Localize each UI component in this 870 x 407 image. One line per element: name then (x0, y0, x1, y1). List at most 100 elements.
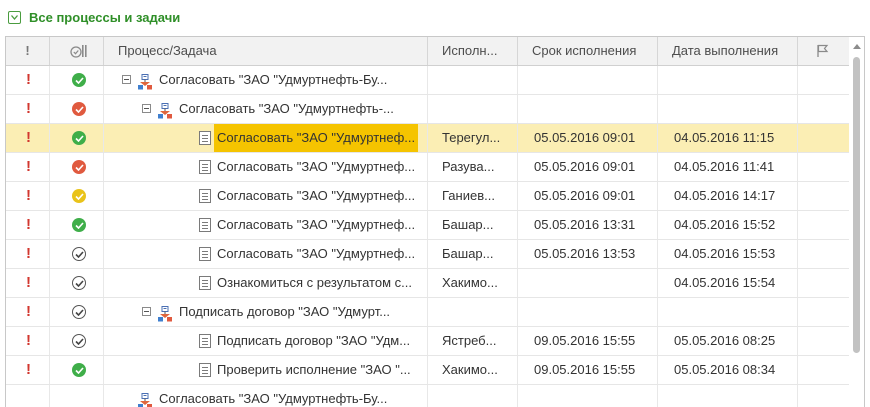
task-row[interactable]: ! Ознакомиться с результатом с... Хакимо..… (6, 269, 849, 298)
column-importance[interactable]: ! (6, 37, 50, 65)
performer-cell: Башар... (428, 211, 518, 239)
scrollbar-thumb[interactable] (853, 57, 860, 353)
column-due-date[interactable]: Срок исполнения (518, 37, 658, 65)
scroll-up-arrow-icon[interactable] (853, 44, 861, 49)
high-importance-icon: ! (26, 245, 31, 262)
column-performer[interactable]: Исполн... (428, 37, 518, 65)
task-row[interactable]: ! Подписать договор "ЗАО "Удм... Ястреб...… (6, 327, 849, 356)
flag-icon (817, 44, 829, 57)
completion-date-cell (658, 66, 798, 94)
process-task-cell[interactable]: Подписать договор "ЗАО "Удмурт... (104, 298, 428, 326)
importance-cell: ! (6, 211, 50, 239)
importance-cell: ! (6, 298, 50, 326)
task-row[interactable]: ! Согласовать "ЗАО "Удмуртнеф... Ганиев...… (6, 182, 849, 211)
flag-cell (798, 356, 849, 384)
gray-check-status-icon (72, 334, 86, 348)
green-check-status-icon (72, 131, 86, 145)
process-task-cell[interactable]: Согласовать "ЗАО "Удмуртнеф... (104, 153, 428, 181)
green-check-status-icon (72, 363, 86, 377)
gray-check-status-icon (72, 276, 86, 290)
process-task-grid[interactable]: ! Процесс/Задача Исполн... Срок исполнен… (5, 36, 865, 407)
due-date-cell: 05.05.2016 09:01 (518, 182, 658, 210)
status-cell (50, 211, 104, 239)
grid-header: ! Процесс/Задача Исполн... Срок исполнен… (6, 37, 849, 66)
task-row[interactable]: ! Проверить исполнение "ЗАО "... Хакимо...… (6, 356, 849, 385)
gray-check-status-icon (72, 305, 86, 319)
status-cell (50, 240, 104, 268)
high-importance-icon: ! (26, 361, 31, 378)
process-task-cell[interactable]: Согласовать "ЗАО "Удмуртнефть-Бу... (104, 385, 428, 407)
process-task-cell[interactable]: Проверить исполнение "ЗАО "... (104, 356, 428, 384)
tree-collapse-icon[interactable] (122, 75, 131, 84)
due-date-cell (518, 66, 658, 94)
completion-date-cell: 04.05.2016 14:17 (658, 182, 798, 210)
task-document-icon (199, 334, 211, 348)
process-row[interactable]: Согласовать "ЗАО "Удмуртнефть-Бу... (6, 385, 849, 407)
column-flag[interactable] (798, 37, 849, 65)
task-title: Согласовать "ЗАО "Удмуртнеф... (217, 246, 416, 261)
process-task-cell[interactable]: Согласовать "ЗАО "Удмуртнеф... (104, 240, 428, 268)
performer-cell (428, 66, 518, 94)
importance-cell: ! (6, 269, 50, 297)
process-task-cell[interactable]: Согласовать "ЗАО "Удмуртнеф... (104, 182, 428, 210)
high-importance-icon: ! (26, 216, 31, 233)
high-importance-icon: ! (26, 187, 31, 204)
column-completion-date[interactable]: Дата выполнения (658, 37, 798, 65)
process-title: Подписать договор "ЗАО "Удмурт... (179, 304, 391, 319)
due-date-cell (518, 269, 658, 297)
high-importance-icon: ! (26, 158, 31, 175)
task-title: Ознакомиться с результатом с... (217, 275, 412, 290)
column-status[interactable] (50, 37, 104, 65)
green-check-status-icon (72, 218, 86, 232)
group-header[interactable]: Все процессы и задачи (8, 8, 180, 26)
due-date-cell: 05.05.2016 09:01 (518, 124, 658, 152)
completion-date-cell (658, 298, 798, 326)
process-row[interactable]: ! Согласовать "ЗАО "Удмуртнефть-Бу... (6, 66, 849, 95)
due-date-cell (518, 95, 658, 123)
performer-cell: Ганиев... (428, 182, 518, 210)
business-process-icon (157, 304, 173, 322)
process-task-cell[interactable]: Ознакомиться с результатом с... (104, 269, 428, 297)
task-document-icon (199, 363, 211, 377)
red-check-status-icon (72, 102, 86, 116)
high-importance-icon: ! (26, 332, 31, 349)
tree-collapse-icon[interactable] (142, 104, 151, 113)
task-row[interactable]: ! Согласовать "ЗАО "Удмуртнеф... Башар... 0… (6, 240, 849, 269)
process-row[interactable]: ! Подписать договор "ЗАО "Удмурт... (6, 298, 849, 327)
due-date-cell (518, 298, 658, 326)
process-title: Согласовать "ЗАО "Удмуртнефть-Бу... (159, 72, 388, 87)
performer-cell: Хакимо... (428, 356, 518, 384)
task-document-icon (199, 189, 211, 203)
flag-cell (798, 385, 849, 407)
task-title: Согласовать "ЗАО "Удмуртнеф... (217, 188, 416, 203)
green-check-status-icon (72, 73, 86, 87)
completion-date-cell: 04.05.2016 15:54 (658, 269, 798, 297)
tree-collapse-icon[interactable] (142, 307, 151, 316)
process-row[interactable]: ! Согласовать "ЗАО "Удмуртнефть-... (6, 95, 849, 124)
flag-cell (798, 124, 849, 152)
importance-cell: ! (6, 124, 50, 152)
task-row[interactable]: ! Согласовать "ЗАО "Удмуртнеф... Разува...… (6, 153, 849, 182)
process-task-cell[interactable]: Согласовать "ЗАО "Удмуртнефть-... (104, 95, 428, 123)
performer-cell: Разува... (428, 153, 518, 181)
task-row[interactable]: ! Согласовать "ЗАО "Удмуртнеф... Терегул..… (6, 124, 849, 153)
process-task-cell[interactable]: Согласовать "ЗАО "Удмуртнефть-Бу... (104, 66, 428, 94)
high-importance-icon: ! (26, 274, 31, 291)
column-process-task[interactable]: Процесс/Задача (104, 37, 428, 65)
task-row[interactable]: ! Согласовать "ЗАО "Удмуртнеф... Башар... 0… (6, 211, 849, 240)
status-cell (50, 95, 104, 123)
chevron-down-icon[interactable] (8, 10, 21, 24)
process-task-cell[interactable]: Согласовать "ЗАО "Удмуртнеф... (104, 124, 428, 152)
vertical-scrollbar[interactable] (849, 37, 864, 407)
status-cell (50, 124, 104, 152)
task-title: Согласовать "ЗАО "Удмуртнеф... (217, 159, 416, 174)
process-task-cell[interactable]: Подписать договор "ЗАО "Удм... (104, 327, 428, 355)
due-date-cell: 05.05.2016 09:01 (518, 153, 658, 181)
performer-cell: Терегул... (428, 124, 518, 152)
flag-cell (798, 298, 849, 326)
performer-cell (428, 95, 518, 123)
due-date-cell: 05.05.2016 13:53 (518, 240, 658, 268)
process-task-cell[interactable]: Согласовать "ЗАО "Удмуртнеф... (104, 211, 428, 239)
flag-cell (798, 211, 849, 239)
task-document-icon (199, 218, 211, 232)
